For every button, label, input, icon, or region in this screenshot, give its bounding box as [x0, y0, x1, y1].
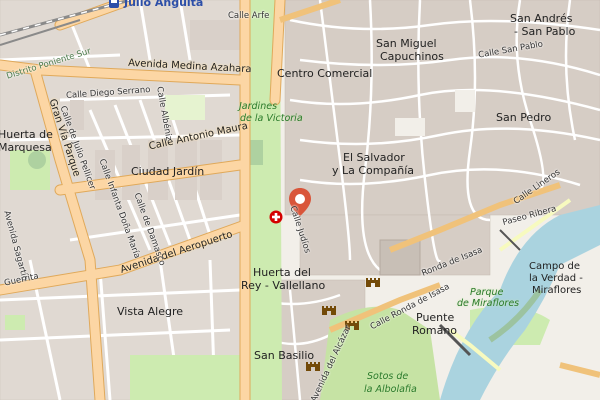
area-label-huerta-marquesa-2: Marquesa — [0, 141, 52, 154]
train-icon[interactable] — [108, 0, 120, 9]
area-label-campo-verdad-2: la Verdad - — [529, 273, 583, 284]
area-label-el-salvador: El Salvador — [343, 151, 405, 164]
park-label-victoria-1: Jardines — [239, 101, 278, 112]
area-label-puente-romano-1: Puente — [416, 311, 455, 324]
castle-icon[interactable] — [366, 275, 380, 287]
area-label-campo-verdad-3: Miraflores — [532, 285, 582, 296]
area-label-campo-verdad-1: Campo de — [529, 261, 580, 272]
area-label-san-miguel: San Miguel — [376, 37, 437, 50]
area-label-huerta-marquesa-1: Huerta de — [0, 128, 53, 141]
area-label-capuchinos: Capuchinos — [380, 50, 444, 63]
park-label-albolafia-2: la Albolafia — [364, 384, 417, 395]
area-label-san-basilio: San Basilio — [254, 349, 315, 362]
area-label-san-andres: San Andrés — [510, 12, 573, 25]
park-label-victoria-2: de la Victoria — [240, 113, 303, 124]
area-label-ciudad-jardin: Ciudad Jardín — [131, 165, 205, 178]
area-label-puente-romano-2: Romano — [412, 324, 458, 337]
area-label-vista-alegre: Vista Alegre — [117, 305, 183, 318]
area-label-huerta-rey-2: Rey - Vallellano — [241, 279, 326, 292]
map-canvas[interactable]: Julio Anguita Centro Comercial San Migue… — [0, 0, 600, 400]
area-label-san-pablo: - San Pablo — [514, 25, 576, 38]
hospital-icon[interactable] — [269, 210, 283, 224]
castle-icon[interactable] — [322, 303, 336, 315]
area-label-huerta-rey-1: Huerta del — [253, 266, 311, 279]
area-label-la-compania: y La Compañía — [332, 164, 414, 177]
park-label-albolafia-1: Sotos de — [367, 371, 409, 382]
area-label-centro-comercial: Centro Comercial — [277, 67, 373, 80]
park-label-miraflores-2: de Miraflores — [457, 298, 520, 309]
park-label-miraflores-1: Parque — [470, 287, 504, 298]
station-label[interactable]: Julio Anguita — [124, 0, 203, 8]
street-label-arfe: Calle Arfe — [228, 11, 270, 21]
area-label-san-pedro: San Pedro — [496, 111, 552, 124]
